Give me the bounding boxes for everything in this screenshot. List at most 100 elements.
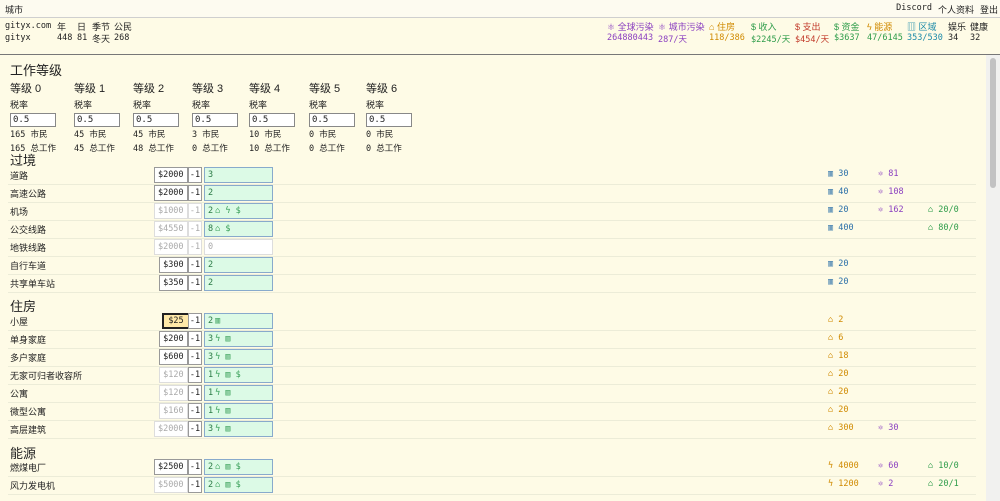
fun-value: 34 xyxy=(948,33,959,43)
pollution-icon: ⚛ xyxy=(878,187,884,197)
building-count: 3ϟ ▥ xyxy=(204,421,273,437)
discord-link[interactable]: Discord xyxy=(896,3,932,16)
buy-button[interactable]: $160 xyxy=(158,403,188,419)
expense-stat: $ 支出 xyxy=(795,22,821,32)
house-icon: ⌂ xyxy=(828,351,834,361)
tax-input[interactable]: 0.5 xyxy=(366,113,412,127)
sell-button[interactable]: -1 xyxy=(188,239,202,255)
building-name: 小屋 xyxy=(10,317,29,327)
housing-value: ⌂ 6 xyxy=(828,333,844,343)
requirement-icons: ⌂ ▥ $ xyxy=(215,462,241,472)
sell-button[interactable]: -1 xyxy=(188,185,202,201)
requirement-icons: ⌂ ϟ $ xyxy=(215,206,241,216)
tax-label: 税率 xyxy=(192,100,211,110)
energy-value: ϟ 4000 xyxy=(828,461,859,471)
pollution-icon: ⚛ xyxy=(658,22,669,32)
work-level-2: 等级 2 税率 0.5 45 市民 48 总工作 xyxy=(133,80,193,155)
tax-input[interactable]: 0.5 xyxy=(74,113,120,127)
profile-link[interactable]: 个人资料 xyxy=(938,3,974,16)
building-count: 2 ⌂ ϟ $ xyxy=(204,203,273,219)
house-icon: ⌂ xyxy=(828,423,834,433)
transit-row: 自行车道 $300 -1 2 ▥ 20 xyxy=(8,256,976,275)
pollution-icon: ⚛ xyxy=(878,423,884,433)
buy-button[interactable]: $1000 xyxy=(153,203,188,219)
work-levels-heading: 工作等级 xyxy=(10,63,63,78)
map-icon: ▥ xyxy=(828,277,834,287)
capacity-value: ⌂ 80/0 xyxy=(928,223,959,233)
housing-value: ⌂ 20 xyxy=(828,405,849,415)
sell-button[interactable]: -1 xyxy=(188,459,202,475)
lightning-icon: ϟ xyxy=(828,479,834,489)
buy-button[interactable]: $2500 xyxy=(153,459,188,475)
buy-button[interactable]: $2000 xyxy=(153,239,188,255)
sell-button[interactable]: -1 xyxy=(188,313,202,329)
building-name: 机场 xyxy=(10,207,29,217)
transit-row: 机场 $1000 -1 2 ⌂ ϟ $ ▥ 20 ⚛ 162 ⌂ 20/0 xyxy=(8,202,976,221)
income-value: $2245/天 xyxy=(751,35,791,45)
fun-label: 娱乐 xyxy=(948,22,967,32)
sell-button[interactable]: -1 xyxy=(188,367,202,383)
buy-button[interactable]: $25 xyxy=(162,313,190,329)
buy-button[interactable]: $5000 xyxy=(153,477,188,493)
logout-link[interactable]: 登出 xyxy=(980,3,998,16)
sell-button[interactable]: -1 xyxy=(188,403,202,419)
map-icon: ▥ xyxy=(828,259,834,269)
housing-value: ⌂ 20 xyxy=(828,387,849,397)
tax-input[interactable]: 0.5 xyxy=(249,113,295,127)
sell-button[interactable]: -1 xyxy=(188,385,202,401)
sell-button[interactable]: -1 xyxy=(188,257,202,273)
area-value: ▥ 20 xyxy=(828,259,849,269)
dollar-icon: $ xyxy=(834,22,842,32)
transit-row: 高速公路 $2000 -1 2 ▥ 40 ⚛ 108 xyxy=(8,184,976,203)
sell-button[interactable]: -1 xyxy=(188,203,202,219)
building-name: 无家可归者收容所 xyxy=(10,371,83,381)
sell-button[interactable]: -1 xyxy=(188,349,202,365)
pollution-icon: ⚛ xyxy=(878,169,884,179)
requirement-icons: ϟ ▥ xyxy=(215,406,231,416)
buy-button[interactable]: $200 xyxy=(158,331,188,347)
housing-value: ⌂ 300 xyxy=(828,423,854,433)
energy-value: 47/6145 xyxy=(867,33,903,43)
tax-input[interactable]: 0.5 xyxy=(133,113,179,127)
city-name: gityx xyxy=(5,33,31,43)
tax-input[interactable]: 0.5 xyxy=(10,113,56,127)
requirement-icons: ϟ ▥ xyxy=(215,334,231,344)
citizens-label: 公民 xyxy=(114,22,133,32)
housing-row: 微型公寓 $160 -1 1 ϟ ▥ ⌂ 20 xyxy=(8,402,976,421)
health-value: 32 xyxy=(970,33,981,43)
day-value: 81 xyxy=(77,33,88,43)
housing-value: ⌂ 18 xyxy=(828,351,849,361)
work-level-6: 等级 6 税率 0.5 0 市民 0 总工作 xyxy=(366,80,426,155)
funds-value: $3637 xyxy=(834,33,860,43)
level-jobs: 45 总工作 xyxy=(74,143,115,154)
requirement-icons: ϟ ▥ $ xyxy=(215,370,241,380)
housing-row: 高层建筑 $2000 -1 3 ϟ ▥ ⌂ 300 ⚛ 30 xyxy=(8,420,976,439)
income-stat: $ 收入 xyxy=(751,22,777,32)
house-icon: ⌂ xyxy=(828,315,834,325)
tax-label: 税率 xyxy=(249,100,268,110)
sell-button[interactable]: -1 xyxy=(188,421,202,437)
buy-button[interactable]: $2000 xyxy=(153,421,188,437)
sell-button[interactable]: -1 xyxy=(188,477,202,493)
buy-button[interactable]: $120 xyxy=(158,367,188,383)
area-value: ▥ 400 xyxy=(828,223,854,233)
tax-input[interactable]: 0.5 xyxy=(309,113,355,127)
buy-button[interactable]: $2000 xyxy=(153,167,188,183)
buy-button[interactable]: $2000 xyxy=(153,185,188,201)
building-name: 多户家庭 xyxy=(10,353,47,363)
sell-button[interactable]: -1 xyxy=(188,167,202,183)
sell-button[interactable]: -1 xyxy=(188,221,202,237)
scrollbar-thumb[interactable] xyxy=(990,58,996,188)
buy-button[interactable]: $350 xyxy=(158,275,188,291)
pollution-value: ⚛ 162 xyxy=(878,205,904,215)
area-value: ▥ 20 xyxy=(828,277,849,287)
sell-button[interactable]: -1 xyxy=(188,275,202,291)
buy-button[interactable]: $600 xyxy=(158,349,188,365)
buy-button[interactable]: $300 xyxy=(158,257,188,273)
buy-button[interactable]: $120 xyxy=(158,385,188,401)
sell-button[interactable]: -1 xyxy=(188,331,202,347)
house-icon: ⌂ xyxy=(828,387,834,397)
buy-button[interactable]: $4550 xyxy=(153,221,188,237)
tax-input[interactable]: 0.5 xyxy=(192,113,238,127)
area-value: ▥ 20 xyxy=(828,205,849,215)
